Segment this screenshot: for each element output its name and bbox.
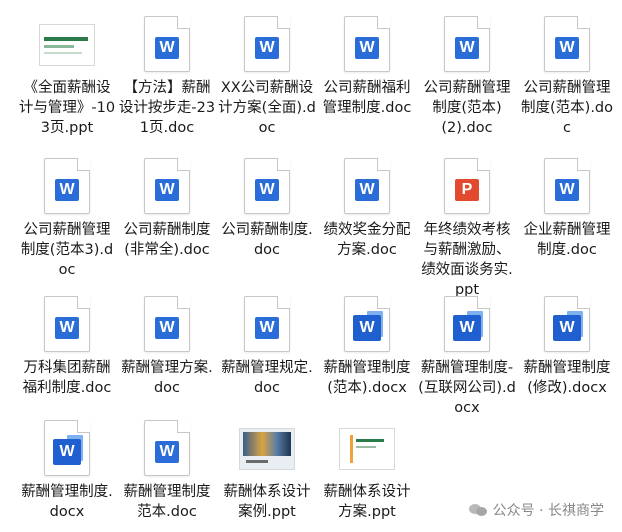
- file-name: 薪酬管理制度.docx: [21, 484, 113, 520]
- file-item[interactable]: W 企业薪酬管理制度.doc: [518, 152, 616, 260]
- file-item[interactable]: W 公司薪酬管理制度(范本3).doc: [18, 152, 116, 280]
- file-name: 公司薪酬福利管理制度.doc: [322, 80, 412, 116]
- file-name: XX公司薪酬设计方案(全面).doc: [218, 80, 316, 136]
- word-doc-icon: W: [537, 152, 597, 214]
- wechat-icon: [468, 502, 487, 518]
- file-name: 公司薪酬制度.doc: [221, 222, 313, 258]
- file-item[interactable]: P 年终绩效考核与薪酬激励、绩效面谈务实.ppt: [418, 152, 516, 300]
- file-name: 公司薪酬管理制度(范本3).doc: [20, 222, 114, 278]
- word-docx-icon: W: [437, 290, 497, 352]
- watermark-text: 公众号 · 长祺商学: [492, 503, 604, 519]
- file-item[interactable]: W 薪酬管理制度(范本).docx: [318, 290, 416, 398]
- watermark: 公众号 · 长祺商学: [468, 500, 604, 520]
- file-name: 薪酬体系设计案例.ppt: [223, 484, 311, 520]
- word-doc-icon: W: [537, 10, 597, 72]
- file-item[interactable]: W 【方法】薪酬设计按步走-231页.doc: [118, 10, 216, 138]
- word-doc-icon: W: [37, 290, 97, 352]
- file-item[interactable]: W 绩效奖金分配方案.doc: [318, 152, 416, 260]
- file-name: 公司薪酬管理制度(范本).doc: [521, 80, 613, 136]
- word-doc-icon: W: [337, 10, 397, 72]
- file-item[interactable]: W 公司薪酬管理制度(范本).doc: [518, 10, 616, 138]
- word-doc-icon: W: [137, 414, 197, 476]
- powerpoint-icon: P: [437, 152, 497, 214]
- file-item[interactable]: W 薪酬管理规定.doc: [218, 290, 316, 398]
- word-docx-icon: W: [37, 414, 97, 476]
- file-name: 企业薪酬管理制度.doc: [523, 222, 611, 258]
- word-doc-icon: W: [37, 152, 97, 214]
- ppt-thumbnail-icon: [237, 414, 297, 476]
- word-doc-icon: W: [337, 152, 397, 214]
- word-docx-icon: W: [337, 290, 397, 352]
- file-name: 薪酬管理制度(修改).docx: [523, 360, 611, 396]
- file-name: 绩效奖金分配方案.doc: [323, 222, 411, 258]
- file-item[interactable]: W 薪酬管理制度范本.doc: [118, 414, 216, 522]
- word-doc-icon: W: [137, 10, 197, 72]
- file-name: 薪酬管理制度-(互联网公司).docx: [418, 360, 516, 416]
- ppt-thumbnail-icon: [337, 414, 397, 476]
- file-item[interactable]: W 薪酬管理制度-(互联网公司).docx: [418, 290, 516, 418]
- word-doc-icon: W: [237, 10, 297, 72]
- word-doc-icon: W: [137, 290, 197, 352]
- ppt-thumbnail-icon: [37, 10, 97, 72]
- file-name: 薪酬管理制度(范本).docx: [323, 360, 411, 396]
- file-name: 公司薪酬制度(非常全).doc: [123, 222, 211, 258]
- file-item[interactable]: W 薪酬管理制度.docx: [18, 414, 116, 522]
- file-name: 薪酬体系设计方案.ppt: [323, 484, 411, 520]
- file-name: 【方法】薪酬设计按步走-231页.doc: [118, 80, 216, 136]
- file-item[interactable]: 《全面薪酬设计与管理》-103页.ppt: [18, 10, 116, 138]
- file-item[interactable]: W 公司薪酬管理制度(范本) (2).doc: [418, 10, 516, 138]
- file-name: 薪酬管理制度范本.doc: [123, 484, 211, 520]
- file-name: 万科集团薪酬福利制度.doc: [22, 360, 112, 396]
- word-doc-icon: W: [237, 152, 297, 214]
- file-name: 年终绩效考核与薪酬激励、绩效面谈务实.ppt: [421, 222, 513, 298]
- word-docx-icon: W: [537, 290, 597, 352]
- file-item[interactable]: W 薪酬管理方案.doc: [118, 290, 216, 398]
- word-doc-icon: W: [137, 152, 197, 214]
- file-name: 公司薪酬管理制度(范本) (2).doc: [423, 80, 511, 136]
- file-item[interactable]: W XX公司薪酬设计方案(全面).doc: [218, 10, 316, 138]
- word-doc-icon: W: [437, 10, 497, 72]
- file-item[interactable]: 薪酬体系设计方案.ppt: [318, 414, 416, 522]
- file-item[interactable]: W 公司薪酬制度(非常全).doc: [118, 152, 216, 260]
- file-item[interactable]: W 薪酬管理制度(修改).docx: [518, 290, 616, 398]
- file-name: 《全面薪酬设计与管理》-103页.ppt: [18, 80, 116, 136]
- file-item[interactable]: 薪酬体系设计案例.ppt: [218, 414, 316, 522]
- file-item[interactable]: W 公司薪酬制度.doc: [218, 152, 316, 260]
- file-item[interactable]: W 万科集团薪酬福利制度.doc: [18, 290, 116, 398]
- file-item[interactable]: W 公司薪酬福利管理制度.doc: [318, 10, 416, 118]
- file-name: 薪酬管理方案.doc: [121, 360, 213, 396]
- file-name: 薪酬管理规定.doc: [221, 360, 313, 396]
- word-doc-icon: W: [237, 290, 297, 352]
